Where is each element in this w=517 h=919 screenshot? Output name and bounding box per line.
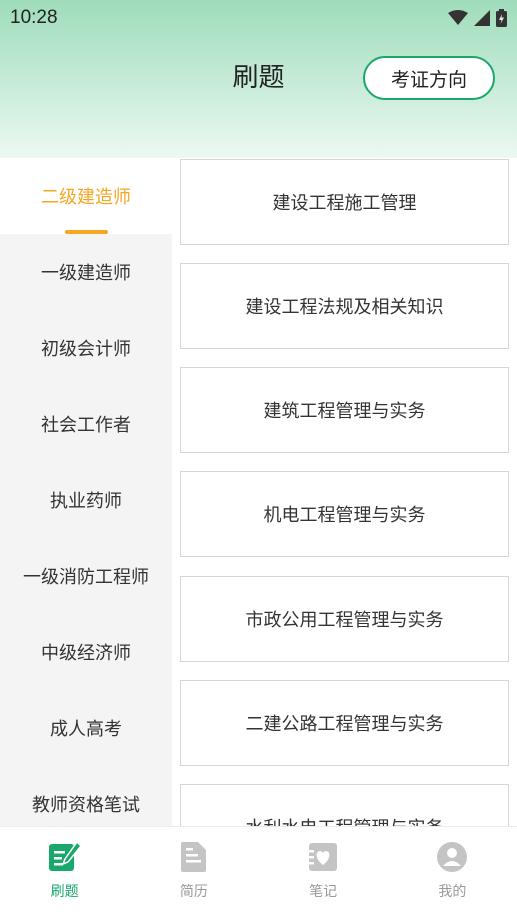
tab-notes[interactable]: 笔记 (259, 827, 388, 919)
course-card[interactable]: 建设工程法规及相关知识 (180, 263, 509, 349)
status-time: 10:28 (10, 7, 58, 28)
wifi-icon (448, 10, 468, 25)
sidebar-item-social-worker[interactable]: 社会工作者 (0, 386, 172, 462)
course-card[interactable]: 市政公用工程管理与实务 (180, 576, 509, 662)
document-icon (180, 842, 206, 872)
sidebar-item-teacher-qualification[interactable]: 教师资格笔试 (0, 766, 172, 826)
course-card[interactable]: 建设工程施工管理 (180, 159, 509, 245)
sidebar-item-intermediate-economist[interactable]: 中级经济师 (0, 614, 172, 690)
course-list: 建设工程施工管理 建设工程法规及相关知识 建筑工程管理与实务 机电工程管理与实务… (172, 158, 517, 826)
sidebar-item-second-class-constructor[interactable]: 二级建造师 (0, 158, 172, 234)
exam-direction-button[interactable]: 考证方向 (363, 56, 495, 100)
course-card[interactable]: 建筑工程管理与实务 (180, 367, 509, 453)
tab-resume[interactable]: 简历 (129, 827, 258, 919)
battery-icon (496, 9, 507, 27)
bottom-tab-bar: 刷题 简历 笔记 我的 (0, 826, 517, 919)
course-card[interactable]: 二建公路工程管理与实务 (180, 680, 509, 766)
tab-label: 刷题 (50, 884, 79, 900)
sidebar-item-licensed-pharmacist[interactable]: 执业药师 (0, 462, 172, 538)
course-card[interactable]: 水利水电工程管理与实务 (180, 784, 509, 826)
tab-profile[interactable]: 我的 (388, 827, 517, 919)
sidebar-item-first-class-constructor[interactable]: 一级建造师 (0, 234, 172, 310)
tab-label: 我的 (438, 884, 467, 900)
sidebar-item-fire-engineer[interactable]: 一级消防工程师 (0, 538, 172, 614)
tab-label: 简历 (179, 884, 208, 900)
tab-label: 笔记 (309, 884, 338, 900)
tab-practice[interactable]: 刷题 (0, 827, 129, 919)
status-icons (448, 9, 507, 27)
signal-icon (474, 10, 490, 26)
notes-heart-icon (309, 843, 338, 871)
category-sidebar: 二级建造师 一级建造师 初级会计师 社会工作者 执业药师 一级消防工程师 中级经… (0, 158, 172, 826)
user-icon (437, 842, 468, 872)
sidebar-item-junior-accountant[interactable]: 初级会计师 (0, 310, 172, 386)
course-card[interactable]: 机电工程管理与实务 (180, 471, 509, 557)
edit-icon (48, 841, 82, 871)
status-bar: 10:28 (0, 0, 517, 36)
sidebar-item-adult-college-exam[interactable]: 成人高考 (0, 690, 172, 766)
